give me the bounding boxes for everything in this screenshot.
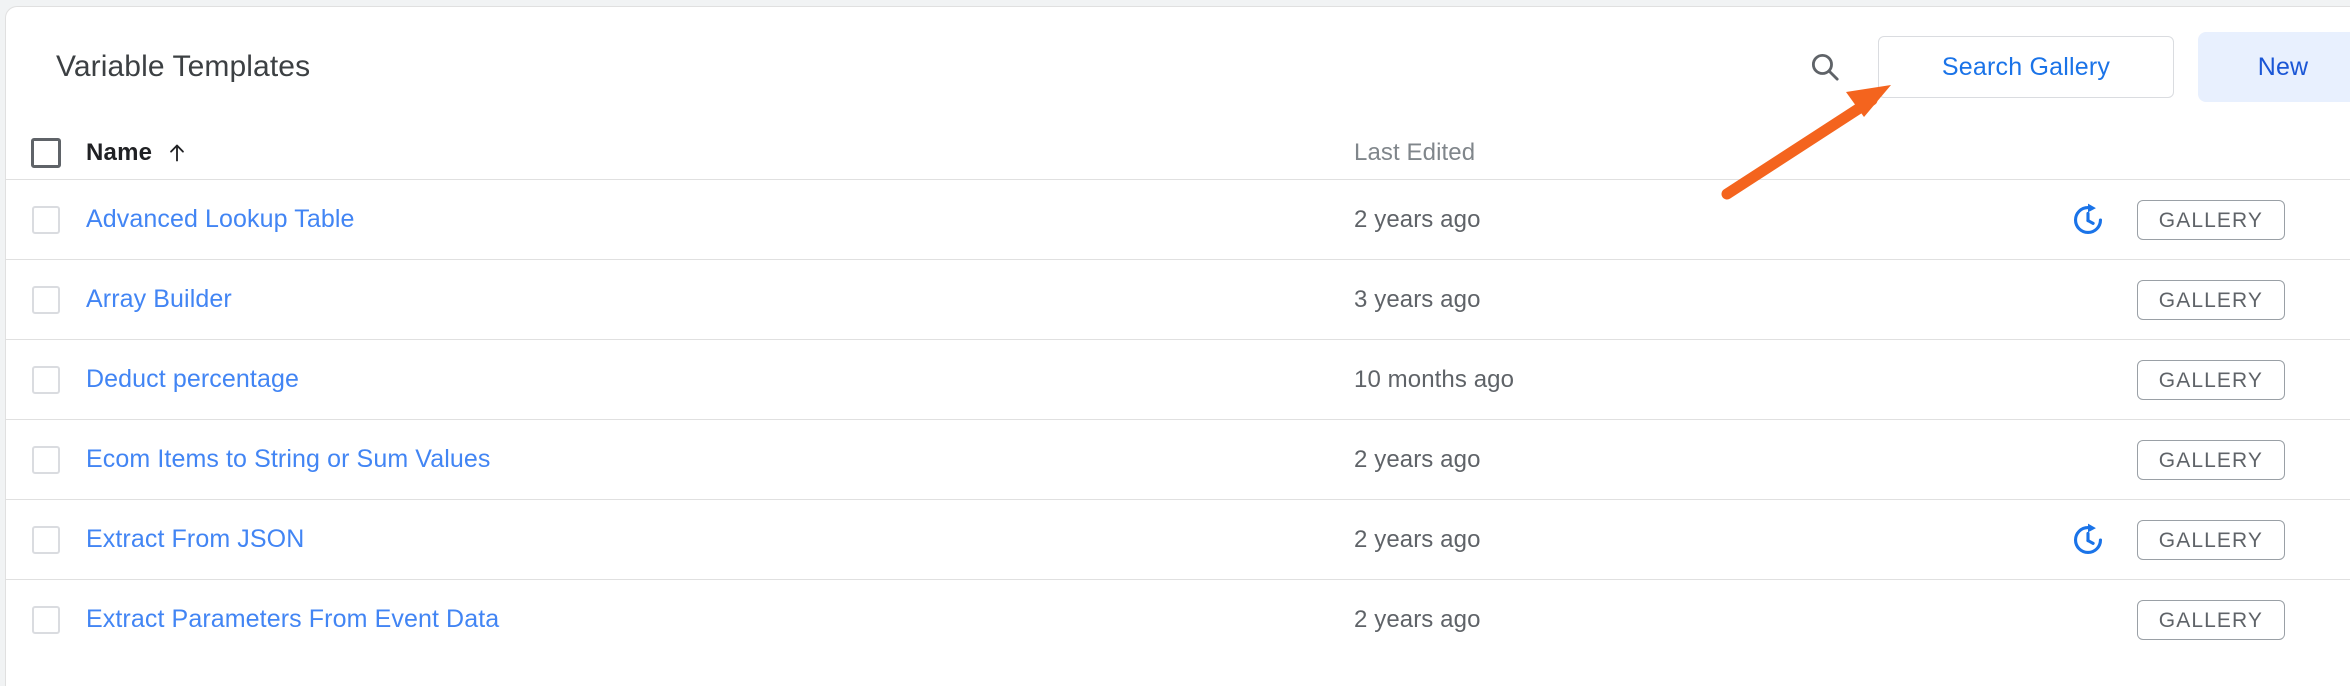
- screen: Variable Templates Search Gallery New Na…: [0, 0, 2350, 686]
- templates-table: Name Last Edited Advanced Lookup Table 2…: [6, 127, 2350, 659]
- row-actions: GALLERY: [1824, 599, 2350, 640]
- row-last-edited: 2 years ago: [1354, 445, 1481, 473]
- row-last-edited: 2 years ago: [1354, 205, 1481, 233]
- table-row[interactable]: Array Builder 3 years ago GALLERY: [6, 259, 2350, 339]
- row-name-cell: Extract Parameters From Event Data: [86, 605, 1354, 634]
- arrow-up-icon: [170, 144, 185, 162]
- search-glass-icon: [1811, 53, 1839, 81]
- update-available-slot: [2071, 363, 2105, 397]
- row-actions: GALLERY: [1824, 279, 2350, 320]
- select-all-cell: [6, 138, 86, 168]
- row-checkbox[interactable]: [32, 285, 60, 314]
- table-row[interactable]: Extract From JSON 2 years ago GALLERY: [6, 499, 2350, 579]
- row-name-cell: Extract From JSON: [86, 525, 1354, 554]
- table-row[interactable]: Ecom Items to String or Sum Values 2 yea…: [6, 419, 2350, 499]
- row-select-cell: [6, 365, 86, 394]
- column-header-name-label: Name: [86, 139, 153, 166]
- row-checkbox[interactable]: [32, 445, 60, 474]
- row-actions: GALLERY: [1824, 359, 2350, 400]
- template-name-link[interactable]: Extract Parameters From Event Data: [86, 605, 499, 634]
- gallery-badge: GALLERY: [2136, 359, 2285, 400]
- template-name-link[interactable]: Advanced Lookup Table: [86, 205, 355, 234]
- row-checkbox[interactable]: [32, 605, 60, 634]
- gallery-badge: GALLERY: [2136, 279, 2285, 320]
- row-last-edited: 10 months ago: [1354, 365, 1515, 393]
- row-checkbox[interactable]: [32, 205, 60, 234]
- template-name-link[interactable]: Deduct percentage: [86, 365, 299, 394]
- column-header-name[interactable]: Name: [86, 139, 1354, 167]
- row-last-edited: 3 years ago: [1354, 285, 1481, 313]
- template-name-link[interactable]: Extract From JSON: [86, 525, 304, 554]
- row-actions: GALLERY: [1824, 519, 2350, 560]
- toolbar-actions: Search Gallery New: [1794, 7, 2350, 127]
- search-gallery-button[interactable]: Search Gallery: [1878, 36, 2174, 98]
- update-available-slot: [2071, 283, 2105, 317]
- row-actions: GALLERY: [1824, 199, 2350, 240]
- page-title: Variable Templates: [56, 50, 311, 83]
- new-button[interactable]: New: [2198, 32, 2350, 102]
- row-name-cell: Array Builder: [86, 285, 1354, 314]
- gallery-badge: GALLERY: [2136, 439, 2285, 480]
- row-name-cell: Ecom Items to String or Sum Values: [86, 445, 1354, 474]
- row-select-cell: [6, 605, 86, 634]
- row-actions: GALLERY: [1824, 439, 2350, 480]
- row-select-cell: [6, 285, 86, 314]
- update-available-icon[interactable]: [2071, 523, 2105, 557]
- row-select-cell: [6, 205, 86, 234]
- row-checkbox[interactable]: [32, 365, 60, 394]
- row-name-cell: Advanced Lookup Table: [86, 205, 1354, 234]
- table-row[interactable]: Extract Parameters From Event Data 2 yea…: [6, 579, 2350, 659]
- table-row[interactable]: Deduct percentage 10 months ago GALLERY: [6, 339, 2350, 419]
- template-name-link[interactable]: Ecom Items to String or Sum Values: [86, 445, 490, 474]
- table-row[interactable]: Advanced Lookup Table 2 years ago GALLER…: [6, 179, 2350, 259]
- table-header-row: Name Last Edited: [6, 127, 2350, 179]
- search-icon[interactable]: [1794, 36, 1856, 98]
- update-available-slot: [2071, 203, 2105, 237]
- gallery-badge: GALLERY: [2136, 599, 2285, 640]
- row-last-edited: 2 years ago: [1354, 605, 1481, 633]
- row-checkbox[interactable]: [32, 525, 60, 554]
- row-select-cell: [6, 525, 86, 554]
- update-available-slot: [2071, 443, 2105, 477]
- variable-templates-card: Variable Templates Search Gallery New Na…: [5, 6, 2350, 686]
- update-available-slot: [2071, 523, 2105, 557]
- gallery-badge: GALLERY: [2136, 199, 2285, 240]
- gallery-badge: GALLERY: [2136, 519, 2285, 560]
- template-name-link[interactable]: Array Builder: [86, 285, 232, 314]
- update-available-slot: [2071, 603, 2105, 637]
- select-all-checkbox[interactable]: [31, 138, 61, 168]
- column-header-last-edited[interactable]: Last Edited: [1354, 139, 1824, 167]
- row-name-cell: Deduct percentage: [86, 365, 1354, 394]
- panel-toolbar: Variable Templates Search Gallery New: [6, 7, 2350, 127]
- row-select-cell: [6, 445, 86, 474]
- update-available-icon[interactable]: [2071, 203, 2105, 237]
- row-last-edited: 2 years ago: [1354, 525, 1481, 553]
